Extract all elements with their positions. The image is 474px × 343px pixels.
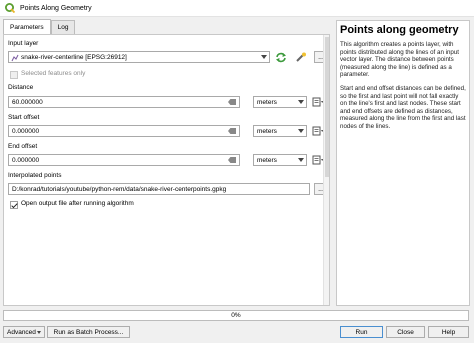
end-offset-unit-select[interactable]: meters [253,154,307,166]
start-offset-label: Start offset [8,114,40,121]
distance-unit-value: meters [257,98,277,106]
close-button[interactable]: Close [386,326,425,338]
help-title: Points along geometry [340,24,459,36]
distance-value: 60.000000 [12,98,43,106]
title-bar: Points Along Geometry [0,0,474,17]
output-label: Interpolated points [8,172,62,179]
dropdown-arrow-icon [298,158,304,162]
end-offset-input[interactable]: 0.000000 [8,154,240,166]
distance-label: Distance [8,84,34,91]
help-paragraph-2: Start and end offset distances can be de… [340,84,466,130]
selected-features-label: Selected features only [21,70,86,77]
batch-process-button[interactable]: Run as Batch Process... [47,326,130,338]
edit-settings-button[interactable] [294,51,308,63]
parameters-panel: Input layer snake-river-centerline [EPSG… [3,34,330,306]
open-output-label: Open output file after running algorithm [21,200,134,207]
qgis-icon [5,3,15,13]
output-path-input[interactable]: D:/konrad/tutorials/youtube/python-rem/d… [8,183,310,195]
output-path-value: D:/konrad/tutorials/youtube/python-rem/d… [12,185,227,193]
iterate-icon [276,52,286,62]
dropdown-arrow-icon [261,55,267,59]
input-layer-combo[interactable]: snake-river-centerline [EPSG:26912] [8,51,270,63]
help-panel: Points along geometry This algorithm cre… [336,20,470,306]
tab-parameters[interactable]: Parameters [3,19,51,34]
dropdown-arrow-icon [37,331,41,334]
start-offset-unit-select[interactable]: meters [253,125,307,137]
dropdown-arrow-icon [298,129,304,133]
tab-bar: Parameters Log [3,19,76,34]
distance-input[interactable]: 60.000000 [8,96,240,108]
start-offset-input[interactable]: 0.000000 [8,125,240,137]
help-paragraph-1: This algorithm creates a points layer, w… [340,41,460,79]
progress-bar: 0% [3,310,469,321]
window-title: Points Along Geometry [20,4,92,12]
line-layer-icon [11,54,19,62]
edit-wrench-icon [296,52,306,62]
advanced-button[interactable]: Advanced [3,326,45,338]
input-layer-value: snake-river-centerline [EPSG:26912] [21,53,127,61]
dropdown-arrow-icon [298,100,304,104]
start-offset-unit-value: meters [257,127,277,135]
parameters-scrollbar[interactable] [323,35,329,305]
input-layer-label: Input layer [8,40,39,47]
clear-icon[interactable] [228,128,236,134]
end-offset-label: End offset [8,143,38,150]
progress-text: 0% [231,312,241,319]
tab-log[interactable]: Log [50,20,76,34]
start-offset-value: 0.000000 [12,127,40,135]
end-offset-unit-value: meters [257,156,277,164]
iterate-button[interactable] [274,51,288,63]
selected-features-checkbox[interactable] [10,71,18,79]
run-button[interactable]: Run [340,326,383,338]
scrollbar-thumb[interactable] [325,37,329,177]
clear-icon[interactable] [228,99,236,105]
clear-icon[interactable] [228,157,236,163]
distance-unit-select[interactable]: meters [253,96,307,108]
end-offset-value: 0.000000 [12,156,40,164]
open-output-checkbox[interactable] [10,201,18,209]
help-button[interactable]: Help [428,326,469,338]
advanced-label: Advanced [7,328,36,336]
